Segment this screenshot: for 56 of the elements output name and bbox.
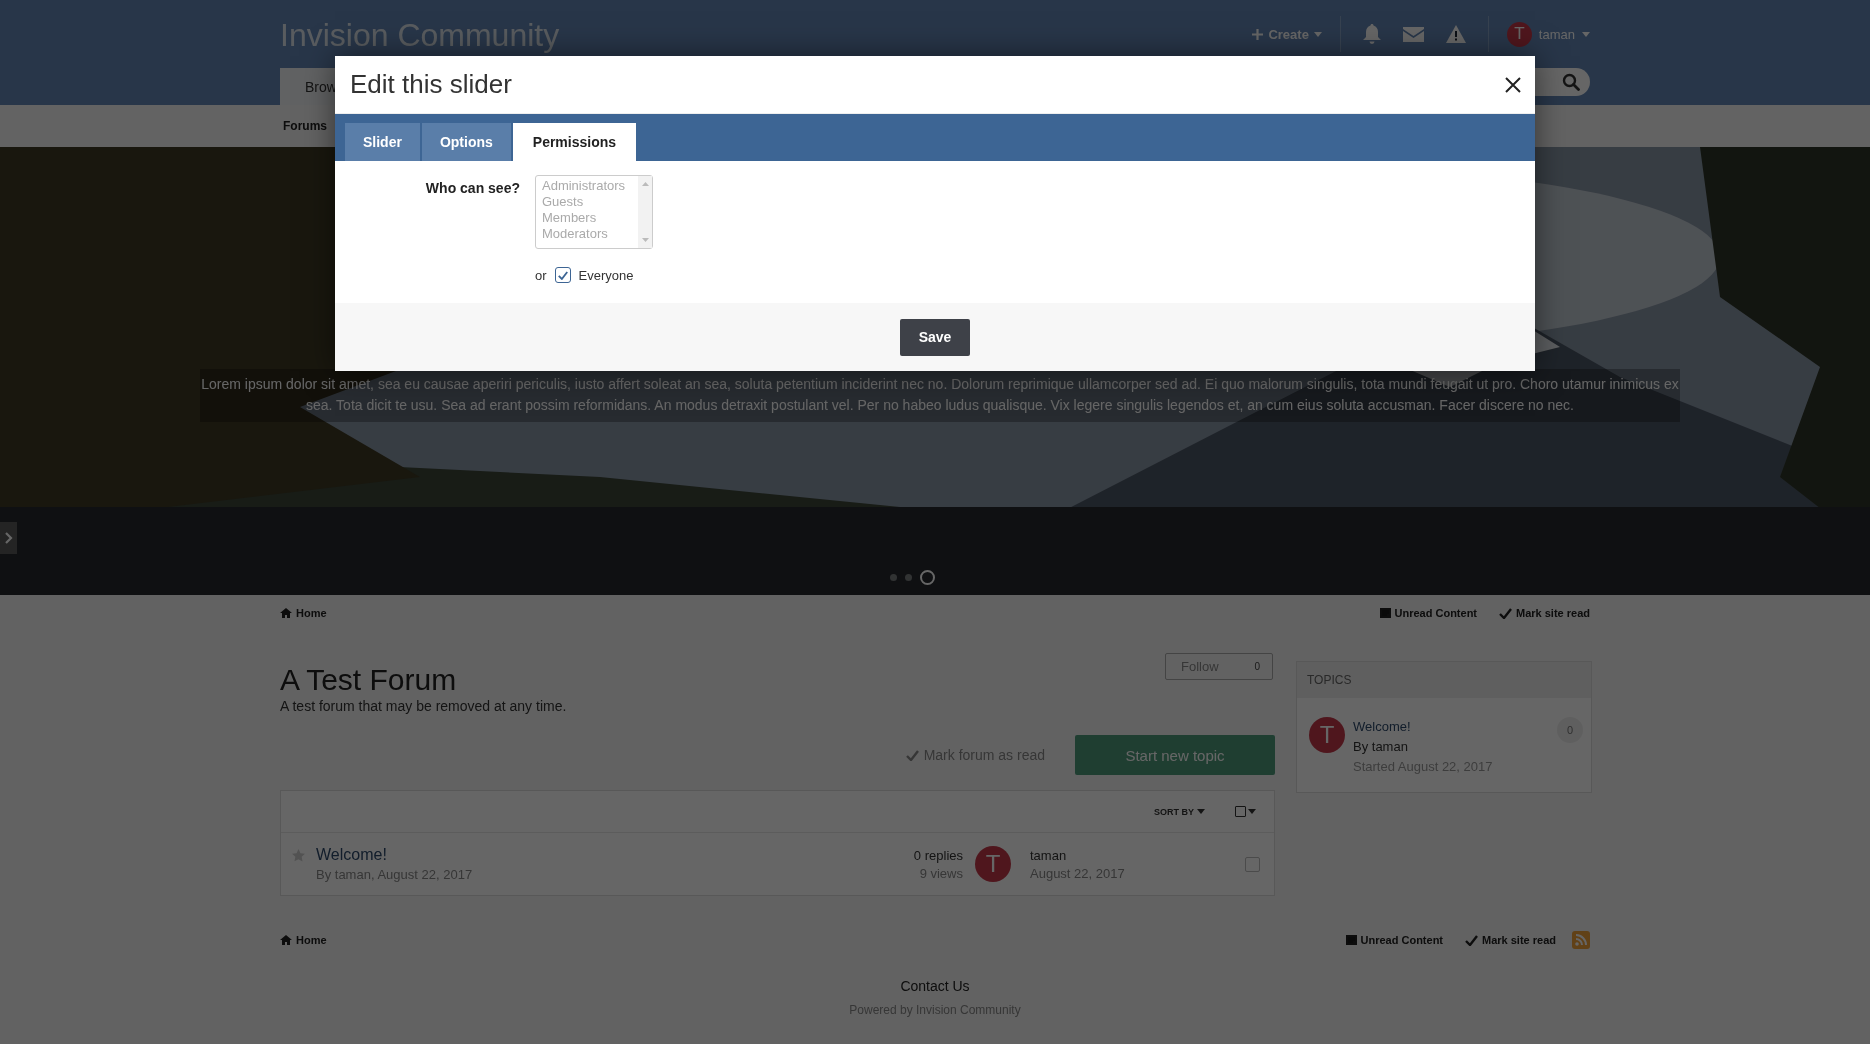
search-icon[interactable] <box>1562 73 1580 91</box>
breadcrumb-link[interactable]: Unread Content <box>1379 607 1477 619</box>
breadcrumb-link[interactable]: Home <box>280 934 327 946</box>
row-checkbox[interactable] <box>1245 856 1260 872</box>
caret-icon <box>1248 809 1256 814</box>
topic-author: By taman <box>1353 738 1409 756</box>
scroll-down-icon <box>641 238 649 242</box>
sort-by-menu[interactable]: SORT BY <box>1154 806 1205 817</box>
chevron-right-icon <box>4 532 13 544</box>
user-avatar: T <box>1309 717 1345 753</box>
home-icon <box>280 608 292 618</box>
reply-count: 0 replies <box>913 847 963 863</box>
start-topic-button[interactable]: Start new topic <box>1075 735 1275 775</box>
envelope-icon[interactable] <box>1402 26 1424 42</box>
breadcrumb-link[interactable]: Mark site read <box>1499 607 1590 619</box>
close-icon <box>1505 76 1521 93</box>
breadcrumb-link[interactable]: Unread Content <box>1345 934 1443 946</box>
checkbox-label: Everyone <box>578 267 634 283</box>
forum-description: A test forum that may be removed at any time. <box>280 698 567 714</box>
close-button[interactable] <box>1505 76 1521 93</box>
plus-icon <box>1252 28 1264 40</box>
user-avatar: T <box>975 846 1011 882</box>
topic-title-link[interactable]: Welcome! <box>316 846 914 864</box>
check-icon <box>557 270 568 280</box>
home-icon <box>280 935 292 945</box>
contact-link[interactable]: Contact Us <box>900 978 970 994</box>
document-icon <box>1379 608 1391 618</box>
bell-icon[interactable] <box>1362 24 1381 44</box>
subnav-link[interactable]: Forums <box>280 119 327 133</box>
breadcrumb-link[interactable]: Home <box>280 607 327 619</box>
previous-slide-button[interactable] <box>0 522 17 554</box>
check-icon <box>1465 934 1478 946</box>
author-link[interactable]: taman <box>1030 847 1245 863</box>
save-button[interactable]: Save <box>900 318 970 356</box>
field-label: Who can see? <box>424 179 521 196</box>
tab[interactable]: Options <box>421 123 511 161</box>
forum-title: A Test Forum <box>280 662 458 698</box>
or-text: or <box>535 267 547 283</box>
follower-count: 0 <box>1254 661 1260 672</box>
select-all-menu[interactable] <box>1235 806 1256 817</box>
scroll-up-icon <box>641 182 649 186</box>
slide-dot[interactable] <box>920 570 935 585</box>
tab[interactable]: Permissions <box>512 123 637 161</box>
warning-icon[interactable] <box>1445 25 1466 43</box>
rss-icon[interactable] <box>1572 931 1590 949</box>
topic-title-link[interactable]: Welcome! <box>1353 717 1549 737</box>
everyone-checkbox[interactable] <box>554 267 571 283</box>
caret-icon <box>1582 31 1590 37</box>
breadcrumb-link[interactable]: Mark site read <box>1465 934 1556 946</box>
caret-icon <box>1313 31 1322 37</box>
caret-icon <box>1197 809 1205 814</box>
check-icon <box>1499 607 1512 619</box>
check-icon <box>905 749 919 761</box>
user-avatar: T <box>1506 21 1532 47</box>
document-icon <box>1345 935 1357 945</box>
tab[interactable]: Slider <box>345 123 420 161</box>
